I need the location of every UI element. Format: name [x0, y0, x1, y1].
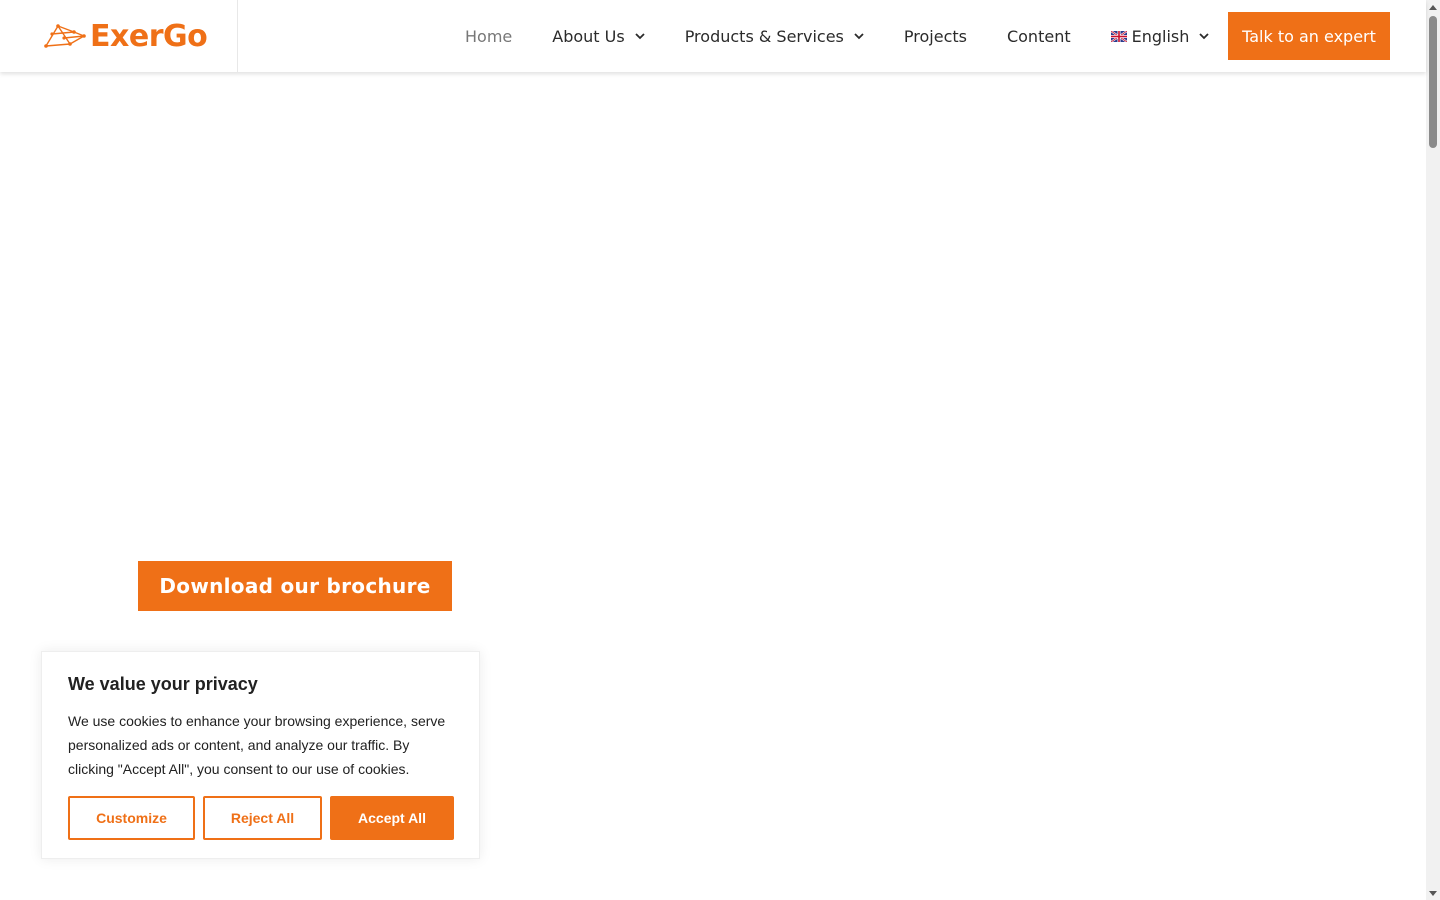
- reject-all-button[interactable]: Reject All: [203, 796, 322, 840]
- nav-item-label: Content: [1006, 26, 1071, 46]
- chevron-down-icon: [635, 32, 645, 39]
- cookie-banner-title: We value your privacy: [68, 674, 258, 694]
- language-selector[interactable]: English: [1091, 0, 1230, 72]
- accept-all-button[interactable]: Accept All: [330, 796, 454, 840]
- nav-item-content[interactable]: Content: [987, 0, 1091, 72]
- nav-item-label: Home: [465, 26, 513, 46]
- talk-to-expert-button[interactable]: Talk to an expert: [1228, 12, 1390, 60]
- scroll-up-arrow-icon[interactable]: [1426, 0, 1440, 14]
- cookie-banner-text: We use cookies to enhance your browsing …: [68, 713, 446, 777]
- logo-container: ExerGo: [0, 0, 238, 72]
- language-label: English: [1131, 26, 1190, 46]
- nav-item-about-us[interactable]: About Us: [532, 0, 664, 72]
- nav-item-label: About Us: [552, 26, 625, 46]
- logo-network-icon: [44, 24, 86, 48]
- nav-item-label: Products & Services: [684, 26, 844, 46]
- logo-link[interactable]: ExerGo: [44, 18, 208, 54]
- nav-item-home[interactable]: Home: [445, 0, 532, 72]
- scrollbar[interactable]: [1426, 0, 1440, 900]
- scroll-down-arrow-icon[interactable]: [1426, 886, 1440, 900]
- scrollbar-thumb[interactable]: [1429, 16, 1437, 148]
- nav-item-label: Projects: [903, 26, 967, 46]
- nav-item-projects[interactable]: Projects: [884, 0, 987, 72]
- chevron-down-icon: [854, 32, 864, 39]
- download-brochure-button[interactable]: Download our brochure: [138, 561, 452, 611]
- customize-button[interactable]: Customize: [68, 796, 195, 840]
- cookie-button-group: Customize Reject All Accept All: [68, 796, 454, 840]
- cookie-consent-banner: We value your privacy We use cookies to …: [41, 651, 480, 859]
- site-header: ExerGo Home About Us Products & Services…: [0, 0, 1426, 72]
- chevron-down-icon: [1199, 32, 1210, 39]
- uk-flag-icon: [1110, 30, 1127, 42]
- nav-item-products-services[interactable]: Products & Services: [665, 0, 884, 72]
- logo-text: ExerGo: [90, 18, 208, 54]
- main-nav: Home About Us Products & Services Projec…: [445, 0, 1229, 72]
